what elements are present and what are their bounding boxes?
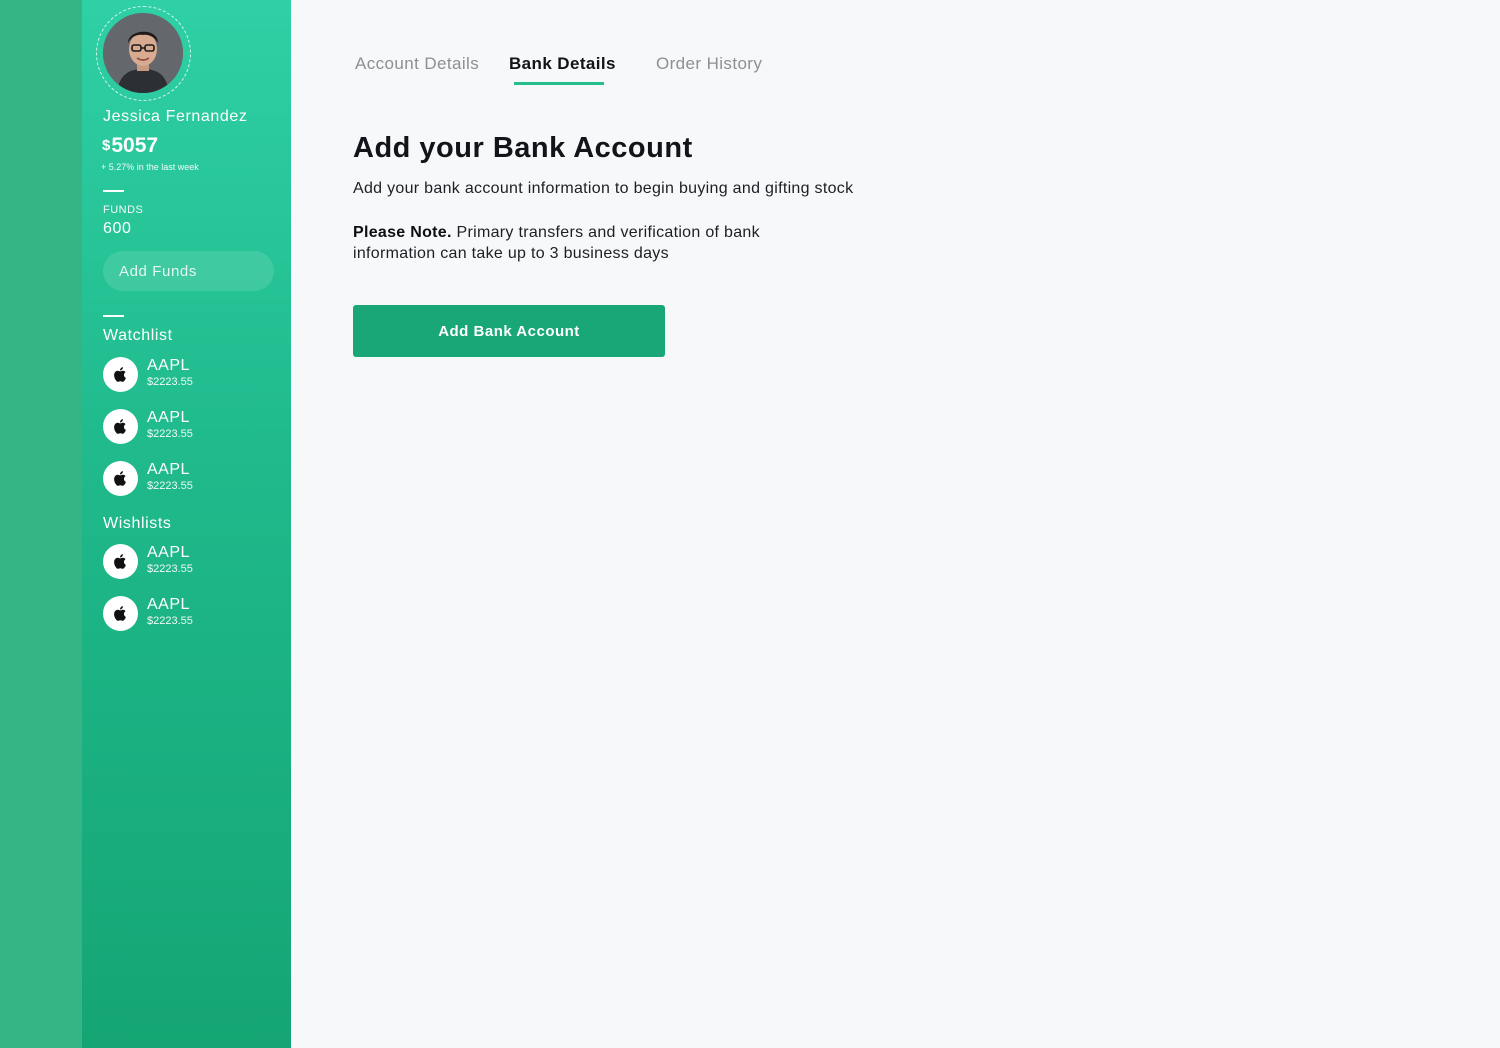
stock-price: $2223.55 [147, 563, 193, 575]
left-rail [0, 0, 82, 1048]
funds-label: FUNDS [103, 204, 144, 216]
processing-note: Please Note. Primary transfers and verif… [353, 222, 783, 264]
active-tab-indicator [514, 82, 604, 85]
divider [103, 315, 124, 317]
stock-price: $2223.55 [147, 376, 193, 388]
stock-price: $2223.55 [147, 428, 193, 440]
apple-logo-icon [103, 544, 138, 579]
wishlists-title: Wishlists [103, 515, 172, 532]
user-name: Jessica Fernandez [103, 108, 248, 125]
add-bank-account-button[interactable]: Add Bank Account [353, 305, 665, 357]
account-balance: $5057 [102, 134, 158, 158]
stock-ticker: AAPL [147, 461, 190, 478]
divider [103, 190, 124, 192]
apple-logo-icon [103, 596, 138, 631]
currency-symbol: $ [102, 137, 111, 154]
balance-change: + 5.27% in the last week [101, 162, 199, 172]
avatar[interactable] [103, 13, 183, 93]
avatar-portrait-icon [103, 13, 183, 93]
apple-logo-icon [103, 461, 138, 496]
stock-ticker: AAPL [147, 409, 190, 426]
watchlist-item[interactable]: AAPL $2223.55 [103, 409, 263, 449]
stock-ticker: AAPL [147, 544, 190, 561]
stock-ticker: AAPL [147, 357, 190, 374]
stock-price: $2223.55 [147, 615, 193, 627]
stock-price: $2223.55 [147, 480, 193, 492]
wishlist-item[interactable]: AAPL $2223.55 [103, 544, 263, 584]
balance-amount: 5057 [111, 134, 159, 157]
apple-logo-icon [103, 357, 138, 392]
stock-ticker: AAPL [147, 596, 190, 613]
sidebar: Jessica Fernandez $5057 + 5.27% in the l… [82, 0, 291, 1048]
wishlist-item[interactable]: AAPL $2223.55 [103, 596, 263, 636]
note-bold: Please Note. [353, 224, 452, 241]
watchlist-title: Watchlist [103, 327, 173, 344]
avatar-ring [96, 6, 191, 101]
page-subtitle: Add your bank account information to beg… [353, 180, 854, 197]
apple-logo-icon [103, 409, 138, 444]
tab-account-details[interactable]: Account Details [355, 54, 479, 74]
funds-value: 600 [103, 220, 132, 237]
tab-order-history[interactable]: Order History [656, 54, 762, 74]
watchlist-item[interactable]: AAPL $2223.55 [103, 461, 263, 501]
tab-bank-details[interactable]: Bank Details [509, 54, 616, 74]
page-title: Add your Bank Account [353, 132, 693, 164]
add-funds-button[interactable]: Add Funds [103, 251, 274, 291]
watchlist-item[interactable]: AAPL $2223.55 [103, 357, 263, 397]
settings-tabs: Account Details Bank Details Order Histo… [355, 54, 955, 94]
